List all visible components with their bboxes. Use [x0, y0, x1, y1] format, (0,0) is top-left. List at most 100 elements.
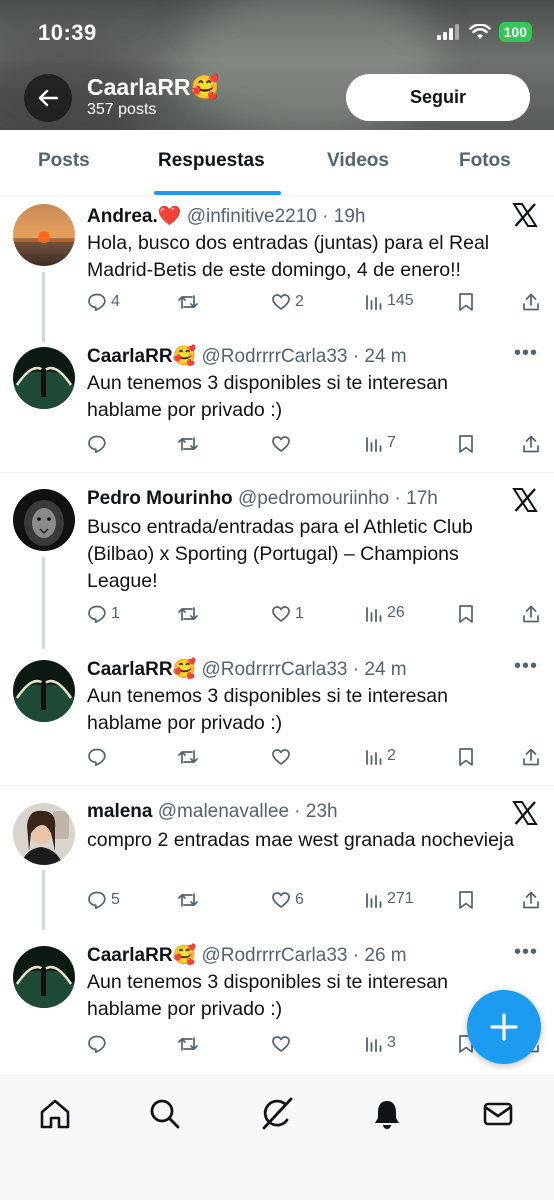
post-text: Aun tenemos 3 disponibles si te interesa… — [87, 372, 448, 421]
author-handle[interactable]: @RodrrrrCarla33 — [201, 945, 347, 966]
share-button[interactable] — [521, 890, 541, 910]
author-name[interactable]: malena — [87, 801, 152, 822]
heart-icon — [271, 747, 291, 767]
reply-button[interactable] — [87, 434, 111, 454]
author-handle[interactable]: @RodrrrrCarla33 — [201, 659, 347, 680]
search-icon[interactable] — [145, 1094, 185, 1134]
avatar[interactable] — [13, 946, 75, 1008]
battery-indicator: 100 — [498, 22, 532, 42]
like-button[interactable] — [271, 747, 295, 767]
more-options-icon[interactable]: ••• — [514, 941, 538, 964]
like-button[interactable]: 2 — [271, 292, 304, 312]
retweet-button[interactable] — [177, 747, 203, 767]
bookmark-button[interactable] — [457, 292, 475, 312]
like-button[interactable]: 6 — [271, 890, 304, 910]
avatar[interactable] — [13, 489, 75, 551]
retweet-button[interactable] — [177, 1034, 203, 1054]
reply-post[interactable]: CaarlaRR🥰 @RodrrrrCarla33 · 26 m ••• Aun… — [0, 929, 554, 1075]
share-button[interactable] — [521, 434, 541, 454]
retweet-button[interactable] — [177, 604, 203, 624]
views-button[interactable]: 145 — [365, 292, 414, 310]
follow-button[interactable]: Seguir — [346, 74, 530, 121]
back-button[interactable] — [24, 74, 72, 122]
reply-post[interactable]: CaarlaRR🥰 @RodrrrrCarla33 · 24 m ••• Aun… — [0, 643, 554, 786]
tab-posts[interactable]: Posts — [38, 150, 90, 172]
post-time: · 24 m — [352, 659, 407, 680]
avatar[interactable] — [13, 347, 75, 409]
more-options-icon[interactable]: ••• — [514, 342, 538, 365]
like-button[interactable] — [271, 1034, 295, 1054]
reply-button[interactable]: 5 — [87, 890, 120, 910]
reply-button[interactable]: 4 — [87, 292, 120, 312]
retweet-icon — [177, 604, 199, 624]
post-text: Hola, busco dos entradas (juntas) para e… — [87, 232, 490, 281]
author-handle[interactable]: @infinitive2210 — [187, 206, 317, 227]
views-button[interactable]: 26 — [365, 604, 405, 622]
author-handle[interactable]: @malenavallee — [158, 801, 289, 822]
avatar[interactable] — [13, 204, 75, 266]
tab-fotos[interactable]: Fotos — [459, 150, 511, 172]
views-button[interactable]: 3 — [365, 1034, 396, 1052]
like-count: 2 — [295, 293, 304, 310]
post-actions: 4 2 145 — [87, 292, 542, 316]
like-button[interactable] — [271, 434, 295, 454]
home-icon[interactable] — [35, 1094, 75, 1134]
views-count: 26 — [387, 604, 405, 621]
retweet-button[interactable] — [177, 434, 203, 454]
reply-button[interactable] — [87, 747, 111, 767]
grok-icon[interactable] — [257, 1094, 297, 1134]
views-icon — [365, 434, 383, 452]
share-button[interactable] — [521, 604, 541, 624]
tab-videos[interactable]: Videos — [327, 150, 389, 172]
author-name[interactable]: CaarlaRR🥰 — [87, 659, 196, 680]
more-options-icon[interactable]: ••• — [514, 655, 538, 678]
avatar-fountain-image — [13, 660, 75, 722]
mail-icon[interactable] — [478, 1094, 518, 1134]
views-button[interactable]: 271 — [365, 890, 414, 908]
share-button[interactable] — [521, 292, 541, 312]
status-time: 10:39 — [38, 20, 97, 45]
compose-post-button[interactable] — [467, 990, 541, 1064]
bookmark-icon — [457, 292, 475, 312]
bell-icon[interactable] — [367, 1094, 407, 1134]
author-name[interactable]: CaarlaRR🥰 — [87, 945, 196, 966]
author-handle[interactable]: @pedromouriinho — [238, 488, 389, 509]
reply-button[interactable] — [87, 1034, 111, 1054]
post-text: compro 2 entradas mae west granada noche… — [87, 829, 515, 851]
author-name[interactable]: CaarlaRR🥰 — [87, 346, 196, 367]
reply-post[interactable]: malena @malenavallee · 23h compro 2 entr… — [0, 786, 554, 930]
avatar-fountain-image — [13, 946, 75, 1008]
bookmark-button[interactable] — [457, 747, 475, 767]
bookmark-button[interactable] — [457, 890, 475, 910]
retweet-button[interactable] — [177, 292, 203, 312]
share-button[interactable] — [521, 747, 541, 767]
views-count: 271 — [387, 890, 414, 907]
post-time: · 23h — [294, 801, 338, 822]
views-button[interactable]: 7 — [365, 434, 396, 452]
avatar[interactable] — [13, 660, 75, 722]
reply-count: 1 — [111, 605, 120, 622]
bookmark-button[interactable] — [457, 604, 475, 624]
views-button[interactable]: 2 — [365, 747, 396, 765]
bookmark-button[interactable] — [457, 434, 475, 454]
author-name[interactable]: Pedro Mourinho — [87, 488, 233, 509]
reply-post[interactable]: Andrea.❤️ @infinitive2210 · 19h Hola, bu… — [0, 196, 554, 342]
like-button[interactable]: 1 — [271, 604, 304, 624]
reply-post[interactable]: CaarlaRR🥰 @RodrrrrCarla33 · 24 m ••• Aun… — [0, 330, 554, 473]
heart-icon — [271, 292, 291, 312]
avatar[interactable] — [13, 803, 75, 865]
post-actions: 2 — [87, 747, 542, 771]
retweet-icon — [177, 292, 199, 312]
post-meta: CaarlaRR🥰 @RodrrrrCarla33 · 24 m — [87, 344, 407, 368]
post-time: · 19h — [322, 206, 366, 227]
retweet-button[interactable] — [177, 890, 203, 910]
author-name[interactable]: Andrea.❤️ — [87, 206, 181, 227]
reply-button[interactable]: 1 — [87, 604, 120, 624]
views-count: 7 — [387, 434, 396, 451]
author-handle[interactable]: @RodrrrrCarla33 — [201, 346, 347, 367]
tab-respuestas[interactable]: Respuestas — [158, 150, 265, 172]
signal-icon — [436, 24, 459, 40]
bookmark-icon — [457, 747, 475, 767]
reply-icon — [87, 1034, 107, 1054]
reply-post[interactable]: Pedro Mourinho @pedromouriinho · 17h Bus… — [0, 473, 554, 649]
